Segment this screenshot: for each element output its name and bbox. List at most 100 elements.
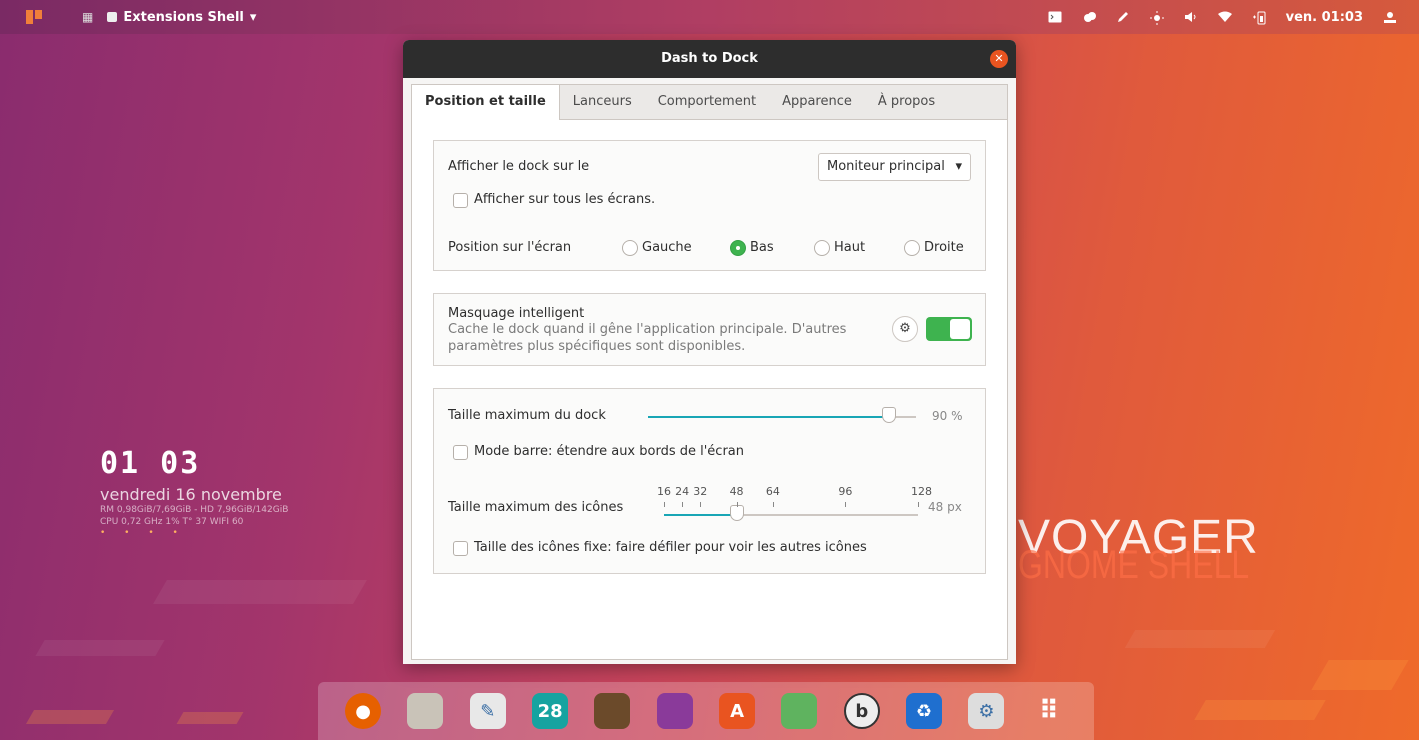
- max-dock-size-label: Taille maximum du dock: [448, 408, 606, 423]
- tab-position-size[interactable]: Position et taille: [412, 85, 560, 120]
- wifi-icon[interactable]: [1217, 11, 1232, 23]
- intellihide-settings-button[interactable]: ⚙: [892, 316, 918, 342]
- firefox-icon[interactable]: ●: [345, 693, 382, 729]
- desktop-clock-widget: 01 03 vendredi 16 novembre RM 0,98GiB/7,…: [100, 446, 288, 538]
- radio-bottom-label: Bas: [750, 240, 774, 255]
- radio-left-label: Gauche: [642, 240, 692, 255]
- icon-size-slider-handle[interactable]: [729, 505, 744, 521]
- pen-icon[interactable]: [1116, 11, 1130, 23]
- dock: ● ✎ 28 Ab ♻ ⚙ ⠿: [318, 682, 1094, 740]
- terminal-icon[interactable]: [1048, 11, 1062, 23]
- clock-label[interactable]: ven. 01:03: [1286, 10, 1363, 25]
- tab-launchers[interactable]: Lanceurs: [560, 85, 645, 119]
- radio-left[interactable]: [622, 240, 638, 256]
- battery-icon[interactable]: [1252, 11, 1266, 25]
- icon-size-tick: [700, 502, 702, 507]
- intellihide-title: Masquage intelligent: [448, 306, 585, 321]
- settings-icon[interactable]: ⚙: [968, 693, 1005, 729]
- icon-size-mark: 64: [765, 485, 780, 498]
- size-frame: Taille maximum du dock 90 % Mode barre: …: [433, 388, 986, 574]
- software-center-glyph: A: [730, 700, 745, 722]
- icon-size-mark: 24: [675, 485, 690, 498]
- budgie-icon[interactable]: b: [843, 693, 880, 729]
- brand-subtitle: GNOME SHELL: [1018, 543, 1250, 587]
- weather-icon[interactable]: [1082, 11, 1096, 23]
- icon-size-value: 48 px: [928, 500, 962, 514]
- fixed-icon-size-checkbox[interactable]: [453, 541, 468, 556]
- system-stats-cpu: CPU 0,72 GHz 1% T° 37 WIFI 60: [100, 517, 244, 527]
- tab-about[interactable]: À propos: [865, 85, 948, 119]
- calendar-icon[interactable]: 28: [532, 693, 569, 729]
- brightness-icon[interactable]: [1149, 11, 1164, 25]
- icon-size-mark: 96: [838, 485, 853, 498]
- trash-glyph: ♻: [916, 700, 933, 722]
- wallpaper-shape: [1311, 660, 1409, 690]
- icon-size-tick: [845, 502, 847, 507]
- intellihide-description-2: paramètres plus spécifiques sont disponi…: [448, 339, 746, 354]
- user-icon[interactable]: [1383, 11, 1397, 23]
- desktop-clock-time: 01 03: [100, 446, 201, 481]
- show-dock-label: Afficher le dock sur le: [448, 159, 590, 174]
- dock-size-slider-handle[interactable]: [882, 407, 897, 423]
- icon-size-slider-fill: [664, 514, 737, 516]
- activities-logo-icon[interactable]: [26, 10, 42, 24]
- icon-size-mark: 128: [911, 485, 932, 498]
- app-grid-glyph: ⠿: [1038, 696, 1059, 726]
- wallpaper-shape: [1124, 630, 1276, 648]
- radio-bottom[interactable]: [730, 240, 746, 256]
- trash-icon[interactable]: ♻: [906, 693, 943, 729]
- wallpaper-shape: [176, 712, 244, 724]
- intellihide-toggle[interactable]: [926, 317, 972, 341]
- app-menu-icon: [107, 12, 118, 22]
- icon-size-mark: 32: [693, 485, 708, 498]
- gear-icon: ⚙: [899, 321, 911, 336]
- close-button[interactable]: ✕: [990, 50, 1008, 68]
- files-icon[interactable]: [407, 693, 444, 729]
- tweaks-icon[interactable]: [781, 693, 818, 729]
- app-menu[interactable]: Extensions Shell ▾: [107, 10, 256, 25]
- dash-to-dock-window: Dash to Dock ✕ Position et taille Lanceu…: [403, 40, 1016, 664]
- app-grid-icon[interactable]: ▦: [82, 10, 93, 24]
- tab-behavior[interactable]: Comportement: [645, 85, 769, 119]
- dock-size-value: 90 %: [932, 409, 963, 423]
- intellihide-frame: Masquage intelligent Cache le dock quand…: [433, 293, 986, 366]
- icon-size-mark: 48: [729, 485, 744, 498]
- settings-glyph: ⚙: [978, 700, 995, 722]
- wallpaper-shape: [1194, 700, 1326, 720]
- tv-icon[interactable]: [594, 693, 631, 729]
- icon-size-mark: 16: [657, 485, 671, 498]
- radio-top-label: Haut: [834, 240, 866, 255]
- app-menu-label: Extensions Shell: [123, 9, 244, 25]
- top-bar: ▦ Extensions Shell ▾ ven. 01:03: [0, 0, 1419, 34]
- window-titlebar[interactable]: Dash to Dock ✕: [403, 40, 1016, 78]
- software-center-icon[interactable]: A: [719, 693, 756, 729]
- wallpaper-shape: [153, 580, 367, 604]
- panel-mode-checkbox[interactable]: [453, 445, 468, 460]
- budgie-glyph: b: [855, 700, 869, 722]
- app-grid-icon[interactable]: ⠿: [1031, 693, 1067, 729]
- radio-right-label: Droite: [924, 240, 964, 255]
- tab-appearance[interactable]: Apparence: [769, 85, 865, 119]
- window-title: Dash to Dock: [661, 51, 758, 66]
- toggle-knob: [950, 319, 970, 339]
- fixed-icon-size-label: Taille des icônes fixe: faire défiler po…: [474, 540, 867, 555]
- monitor-combo[interactable]: Moniteur principal ▾: [818, 153, 971, 181]
- radio-top[interactable]: [814, 240, 830, 256]
- radio-right[interactable]: [904, 240, 920, 256]
- icon-size-tick: [736, 502, 738, 507]
- all-screens-label: Afficher sur tous les écrans.: [474, 192, 656, 207]
- icon-size-tick: [664, 502, 665, 507]
- chevron-down-icon: ▾: [955, 159, 962, 174]
- monitor-combo-value: Moniteur principal: [827, 159, 945, 174]
- position-frame: Afficher le dock sur le Moniteur princip…: [433, 140, 986, 271]
- system-stats-memory: RM 0,98GiB/7,69GiB - HD 7,96GiB/142GiB: [100, 505, 289, 515]
- text-editor-icon[interactable]: ✎: [469, 693, 506, 729]
- text-editor-glyph: ✎: [480, 700, 496, 722]
- volume-icon[interactable]: [1184, 11, 1198, 23]
- wallpaper-shape: [35, 640, 165, 656]
- icon-size-tick: [772, 502, 774, 507]
- wallpaper-brand: VOYAGER GNOME SHELL: [1018, 510, 1307, 588]
- wallpaper-shape: [25, 710, 115, 724]
- all-screens-checkbox[interactable]: [453, 193, 468, 208]
- video-icon[interactable]: [656, 693, 693, 729]
